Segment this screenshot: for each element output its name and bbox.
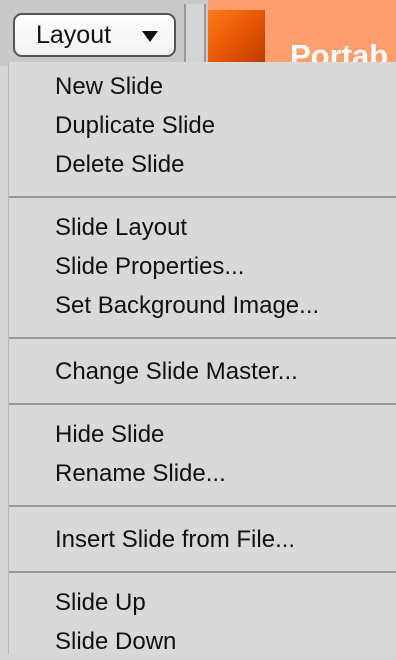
orange-image-block xyxy=(208,10,265,66)
toolbar: Layout Portab xyxy=(0,0,396,66)
menu-item-slide-properties[interactable]: Slide Properties... xyxy=(55,249,244,285)
chevron-down-icon xyxy=(142,31,158,42)
menu-divider xyxy=(9,196,396,198)
toolbar-separator-handle[interactable] xyxy=(184,4,206,62)
menu-item-new-slide[interactable]: New Slide xyxy=(55,69,163,105)
menu-divider xyxy=(9,571,396,573)
menu-item-duplicate-slide[interactable]: Duplicate Slide xyxy=(55,108,215,144)
menu-item-rename-slide[interactable]: Rename Slide... xyxy=(55,456,226,492)
menu-item-change-slide-master[interactable]: Change Slide Master... xyxy=(55,354,298,390)
menu-item-slide-layout[interactable]: Slide Layout xyxy=(55,210,187,246)
layout-button-label: Layout xyxy=(36,20,112,49)
slide-thumbnail-preview: Portab xyxy=(208,0,396,66)
menu-item-delete-slide[interactable]: Delete Slide xyxy=(55,147,184,183)
layout-button[interactable]: Layout xyxy=(13,13,176,57)
menu-divider xyxy=(9,403,396,405)
layout-dropdown-menu: New Slide Duplicate Slide Delete Slide S… xyxy=(8,62,396,655)
menu-item-insert-slide-from-file[interactable]: Insert Slide from File... xyxy=(55,522,295,558)
menu-divider xyxy=(9,505,396,507)
menu-item-set-background-image[interactable]: Set Background Image... xyxy=(55,288,319,324)
menu-item-slide-down[interactable]: Slide Down xyxy=(55,624,176,660)
menu-item-hide-slide[interactable]: Hide Slide xyxy=(55,417,164,453)
menu-item-slide-up[interactable]: Slide Up xyxy=(55,585,146,621)
menu-divider xyxy=(9,337,396,339)
